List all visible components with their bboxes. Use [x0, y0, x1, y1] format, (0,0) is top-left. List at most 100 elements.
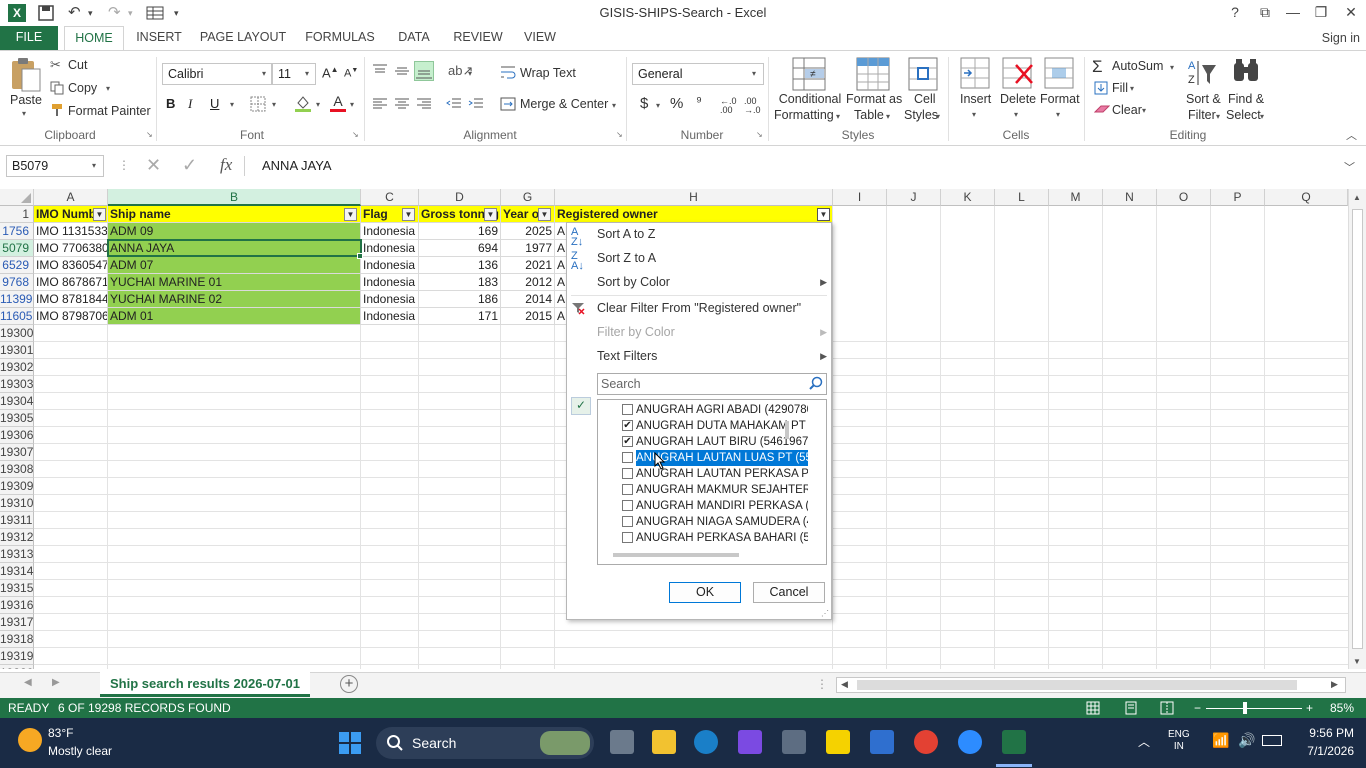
filter-dropdown-icon[interactable]: ▼	[484, 208, 497, 221]
font-color-icon[interactable]: A	[330, 93, 346, 112]
row-header[interactable]: 9768	[0, 274, 34, 291]
filter-item-checkbox[interactable]	[622, 516, 633, 527]
find-select-button[interactable]: Find &	[1228, 92, 1264, 106]
list-vscroll-thumb[interactable]	[785, 421, 789, 439]
column-header-j[interactable]: J	[887, 189, 941, 206]
delete-cells-icon[interactable]	[1002, 57, 1034, 92]
delete-button[interactable]: Delete	[1000, 92, 1036, 106]
new-sheet-icon[interactable]: +	[340, 675, 358, 693]
cell-imo[interactable]: IMO 8360547	[34, 257, 108, 274]
maximize-button[interactable]: ❐	[1306, 0, 1336, 26]
cell-imo[interactable]: IMO 8798706	[34, 308, 108, 325]
clipboard-launcher-icon[interactable]: ↘	[146, 130, 153, 139]
fill-color-icon[interactable]	[294, 94, 312, 115]
close-button[interactable]: ✕	[1336, 0, 1366, 26]
filter-item-checkbox[interactable]	[622, 452, 633, 463]
row-header[interactable]: 19311	[0, 512, 34, 529]
find-select-icon[interactable]	[1232, 57, 1260, 92]
minimize-button[interactable]: —	[1278, 0, 1308, 26]
row-header[interactable]: 6529	[0, 257, 34, 274]
increase-indent-icon[interactable]	[468, 97, 484, 114]
select-all-corner[interactable]	[0, 189, 34, 206]
sort-a-to-z-item[interactable]: Sort A to Z	[597, 227, 655, 241]
sort-filter-button[interactable]: Sort &	[1186, 92, 1221, 106]
filter-active-icon[interactable]: ▼	[817, 208, 830, 221]
increase-decimal-icon[interactable]: ←.0.00	[720, 97, 737, 115]
cell-flag[interactable]: Indonesia	[361, 223, 419, 240]
excel-taskbar-icon[interactable]	[1002, 730, 1026, 754]
filter-item-label[interactable]: ANUGRAH LAUT BIRU (5461967)	[636, 434, 808, 450]
cell-flag[interactable]: Indonesia	[361, 257, 419, 274]
cut-button[interactable]: Cut	[68, 58, 87, 72]
sort-z-to-a-item[interactable]: Sort Z to A	[597, 251, 656, 265]
format-button[interactable]: Format	[1040, 92, 1080, 106]
column-header-o[interactable]: O	[1157, 189, 1211, 206]
filter-item-checkbox[interactable]: ✔	[622, 420, 633, 431]
row-header[interactable]: 19304	[0, 393, 34, 410]
align-bottom-icon[interactable]	[414, 61, 434, 81]
scroll-down-icon[interactable]: ▼	[1353, 657, 1361, 666]
comma-button[interactable]: ⁹	[696, 93, 702, 109]
scroll-up-icon[interactable]: ▲	[1353, 193, 1361, 202]
cell-gt[interactable]: 183	[419, 274, 501, 291]
number-format-dropdown-icon[interactable]: ▾	[752, 69, 756, 78]
row-header[interactable]: 19307	[0, 444, 34, 461]
tab-data[interactable]: DATA	[390, 26, 438, 50]
merge-center-button[interactable]: Merge & Center	[520, 97, 608, 111]
tab-split-icon[interactable]: ⋮	[816, 677, 828, 691]
decrease-decimal-icon[interactable]: .00 →.0	[744, 97, 761, 115]
align-middle-icon[interactable]	[394, 63, 410, 82]
zoom-app-icon[interactable]	[958, 730, 982, 754]
underline-dropdown-icon[interactable]: ▾	[230, 100, 234, 109]
hscroll-thumb[interactable]	[857, 680, 1297, 690]
font-color-dropdown-icon[interactable]: ▾	[350, 100, 354, 109]
weather-desc[interactable]: Mostly clear	[48, 744, 112, 758]
app-icon[interactable]	[738, 730, 762, 754]
name-box-dropdown-icon[interactable]: ▾	[92, 161, 96, 170]
currency-button[interactable]: $	[640, 95, 648, 112]
list-hscroll-thumb[interactable]	[613, 553, 739, 557]
zoom-out-button[interactable]: −	[1194, 698, 1201, 718]
column-header-p[interactable]: P	[1211, 189, 1265, 206]
number-launcher-icon[interactable]: ↘	[756, 130, 763, 139]
cell-name[interactable]: YUCHAI MARINE 01	[108, 274, 361, 291]
row-header[interactable]: 11399	[0, 291, 34, 308]
filter-item-checkbox[interactable]: ✔	[622, 436, 633, 447]
delete-dropdown-icon[interactable]: ▾	[1014, 110, 1018, 119]
filter-item-checkbox[interactable]	[622, 484, 633, 495]
empty-row[interactable]	[34, 631, 1348, 648]
edge-icon[interactable]	[694, 730, 718, 754]
cell-name[interactable]: ADM 09	[108, 223, 361, 240]
filter-values-list[interactable]: ANUGRAH AGRI ABADI (4290780) ✔ ANUGRAH DUT…	[597, 399, 827, 565]
format-as-table-button[interactable]: Format as	[846, 92, 902, 106]
cell-styles-button[interactable]: Cell	[914, 92, 936, 106]
formula-input[interactable]: ANNA JAYA	[252, 155, 1342, 177]
cell-gt[interactable]: 694	[419, 240, 501, 257]
fill-color-dropdown-icon[interactable]: ▾	[316, 100, 320, 109]
column-header-h[interactable]: H	[555, 189, 833, 206]
clear-filter-item[interactable]: Clear Filter From "Registered owner"	[597, 301, 801, 315]
zoom-level[interactable]: 85%	[1330, 698, 1354, 718]
battery-icon[interactable]	[1262, 735, 1282, 746]
copy-button[interactable]: Copy	[68, 81, 97, 95]
cell-flag[interactable]: Indonesia	[361, 291, 419, 308]
row-header[interactable]: 19319	[0, 648, 34, 665]
cell-year[interactable]: 1977	[501, 240, 555, 257]
filter-item-label[interactable]: ANUGRAH PERKASA BAHARI (5267	[636, 530, 808, 546]
font-launcher-icon[interactable]: ↘	[352, 130, 359, 139]
tab-file[interactable]: FILE	[0, 26, 58, 50]
wrap-text-button[interactable]: Wrap Text	[520, 66, 576, 80]
row-header[interactable]: 19312	[0, 529, 34, 546]
currency-dropdown-icon[interactable]: ▾	[656, 101, 660, 110]
column-header-m[interactable]: M	[1049, 189, 1103, 206]
scroll-right-icon[interactable]: ▶	[1331, 679, 1338, 690]
row-header[interactable]: 19316	[0, 597, 34, 614]
percent-button[interactable]: %	[670, 95, 683, 112]
tab-page-layout[interactable]: PAGE LAYOUT	[196, 26, 290, 50]
row-header[interactable]: 19306	[0, 427, 34, 444]
horizontal-scrollbar[interactable]: ◀ ▶	[836, 677, 1346, 693]
row-header[interactable]: 19301	[0, 342, 34, 359]
number-format-box[interactable]: General	[632, 63, 764, 85]
fill-handle[interactable]	[357, 253, 363, 259]
row-header[interactable]: 19314	[0, 563, 34, 580]
